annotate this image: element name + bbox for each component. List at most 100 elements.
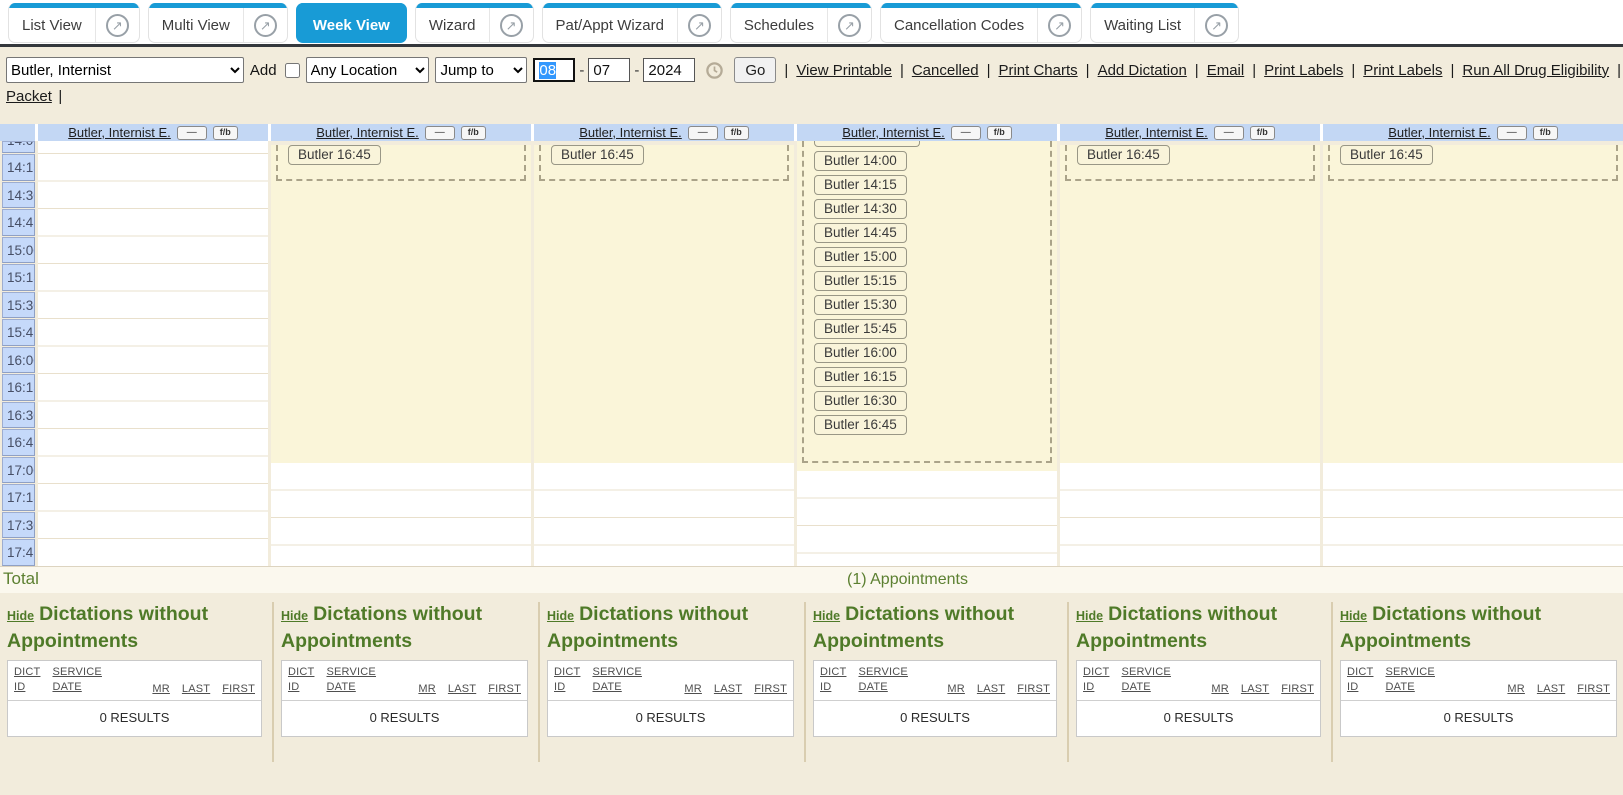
col-dict-id-link[interactable]: ID (1347, 680, 1373, 695)
print-labels-link-2[interactable]: Print Labels (1363, 62, 1442, 79)
print-labels-link[interactable]: Print Labels (1264, 62, 1343, 79)
jump-to-select[interactable]: Jump to (435, 57, 527, 83)
col-last-link[interactable]: LAST (448, 683, 476, 695)
off-hours-area[interactable] (534, 463, 794, 570)
fb-button[interactable]: f/b (461, 126, 486, 140)
provider-column-link[interactable]: Butler, Internist E. (1105, 125, 1208, 140)
col-dict-id-link[interactable]: DICT (14, 665, 40, 680)
off-hours-area[interactable] (1060, 463, 1320, 570)
provider-column-link[interactable]: Butler, Internist E. (68, 125, 171, 140)
add-checkbox[interactable] (285, 63, 300, 78)
slot-button[interactable]: Butler 16:15 (814, 367, 907, 387)
collapse-column-button[interactable]: — (1497, 126, 1527, 140)
go-button[interactable]: Go (734, 57, 776, 83)
provider-column-link[interactable]: Butler, Internist E. (316, 125, 419, 140)
col-service-date-link[interactable]: DATE (1385, 680, 1435, 695)
open-new-window-button[interactable]: ↗ (827, 8, 871, 42)
col-last-link[interactable]: LAST (182, 683, 210, 695)
col-service-date-link[interactable]: DATE (1121, 680, 1171, 695)
slot-button[interactable]: Butler 15:30 (814, 295, 907, 315)
date-month-input[interactable]: 08 (533, 58, 575, 82)
hide-link[interactable]: Hide (547, 609, 574, 623)
cancelled-link[interactable]: Cancelled (912, 62, 979, 79)
packet-link[interactable]: Packet (6, 88, 52, 105)
provider-column-link[interactable]: Butler, Internist E. (579, 125, 682, 140)
tab-week-view[interactable]: Week View (296, 3, 407, 43)
col-service-date-link[interactable]: DATE (52, 680, 102, 695)
provider-column-link[interactable]: Butler, Internist E. (842, 125, 945, 140)
slot-button[interactable]: Butler 14:15 (814, 175, 907, 195)
col-service-date-link[interactable]: DATE (326, 680, 376, 695)
provider-column-link[interactable]: Butler, Internist E. (1388, 125, 1491, 140)
add-dictation-link[interactable]: Add Dictation (1098, 62, 1187, 79)
tab-cancellation-codes[interactable]: Cancellation Codes ↗ (880, 3, 1082, 43)
col-first-link[interactable]: FIRST (1577, 683, 1610, 695)
col-first-link[interactable]: FIRST (488, 683, 521, 695)
slot-button[interactable]: Butler 15:45 (814, 319, 907, 339)
col-service-date-link[interactable]: SERVICE (1121, 665, 1171, 680)
day-column-1[interactable] (38, 141, 268, 566)
open-new-window-button[interactable]: ↗ (677, 8, 721, 42)
open-new-window-button[interactable]: ↗ (1194, 8, 1238, 42)
slot-button[interactable]: Butler 14:45 (814, 223, 907, 243)
col-service-date-link[interactable]: SERVICE (1385, 665, 1435, 680)
clock-icon[interactable] (705, 61, 724, 80)
fb-button[interactable]: f/b (724, 126, 749, 140)
available-hours-area[interactable]: Butler 16:45 (534, 145, 794, 463)
col-service-date-link[interactable]: DATE (592, 680, 642, 695)
slot-button[interactable]: Butler 14:30 (814, 199, 907, 219)
col-service-date-link[interactable]: DATE (858, 680, 908, 695)
col-last-link[interactable]: LAST (714, 683, 742, 695)
col-first-link[interactable]: FIRST (1017, 683, 1050, 695)
col-last-link[interactable]: LAST (1241, 683, 1269, 695)
col-mr-link[interactable]: MR (1507, 683, 1525, 695)
fb-button[interactable]: f/b (1533, 126, 1558, 140)
collapse-column-button[interactable]: — (177, 126, 207, 140)
collapse-column-button[interactable]: — (425, 126, 455, 140)
col-mr-link[interactable]: MR (418, 683, 436, 695)
off-hours-area[interactable] (797, 471, 1057, 566)
hide-link[interactable]: Hide (7, 609, 34, 623)
hide-link[interactable]: Hide (281, 609, 308, 623)
run-drug-eligibility-link[interactable]: Run All Drug Eligibility (1462, 62, 1609, 79)
col-dict-id-link[interactable]: ID (554, 680, 580, 695)
collapse-column-button[interactable]: — (1214, 126, 1244, 140)
slot-button[interactable]: Butler 16:45 (551, 145, 644, 165)
col-dict-id-link[interactable]: DICT (288, 665, 314, 680)
tab-wizard[interactable]: Wizard ↗ (415, 3, 534, 43)
col-mr-link[interactable]: MR (1211, 683, 1229, 695)
slot-button[interactable]: Butler 16:45 (288, 145, 381, 165)
day-column-2[interactable]: Butler 16:45 (271, 141, 531, 566)
provider-select[interactable]: Butler, Internist (6, 57, 244, 83)
col-first-link[interactable]: FIRST (222, 683, 255, 695)
collapse-column-button[interactable]: — (688, 126, 718, 140)
col-mr-link[interactable]: MR (684, 683, 702, 695)
view-printable-link[interactable]: View Printable (796, 62, 892, 79)
col-service-date-link[interactable]: SERVICE (326, 665, 376, 680)
tab-schedules[interactable]: Schedules ↗ (730, 3, 872, 43)
slot-button[interactable]: Butler 16:45 (1340, 145, 1433, 165)
fb-button[interactable]: f/b (1250, 126, 1275, 140)
tab-list-view[interactable]: List View ↗ (8, 3, 140, 43)
col-mr-link[interactable]: MR (947, 683, 965, 695)
slot-button[interactable]: Butler 16:45 (814, 415, 907, 435)
col-dict-id-link[interactable]: ID (1083, 680, 1109, 695)
col-first-link[interactable]: FIRST (754, 683, 787, 695)
open-new-window-button[interactable]: ↗ (489, 8, 533, 42)
col-dict-id-link[interactable]: DICT (820, 665, 846, 680)
col-service-date-link[interactable]: SERVICE (858, 665, 908, 680)
location-select[interactable]: Any Location (306, 57, 430, 83)
col-last-link[interactable]: LAST (1537, 683, 1565, 695)
col-dict-id-link[interactable]: ID (14, 680, 40, 695)
col-dict-id-link[interactable]: DICT (1347, 665, 1373, 680)
fb-button[interactable]: f/b (213, 126, 238, 140)
col-dict-id-link[interactable]: DICT (1083, 665, 1109, 680)
col-first-link[interactable]: FIRST (1281, 683, 1314, 695)
date-day-input[interactable] (588, 58, 630, 82)
available-hours-area[interactable]: Butler 16:45 (1060, 145, 1320, 463)
slot-button[interactable]: Butler 16:00 (814, 343, 907, 363)
col-service-date-link[interactable]: SERVICE (592, 665, 642, 680)
email-link[interactable]: Email (1207, 62, 1245, 79)
open-new-window-button[interactable]: ↗ (1037, 8, 1081, 42)
slot-button-clipped[interactable] (814, 141, 920, 147)
